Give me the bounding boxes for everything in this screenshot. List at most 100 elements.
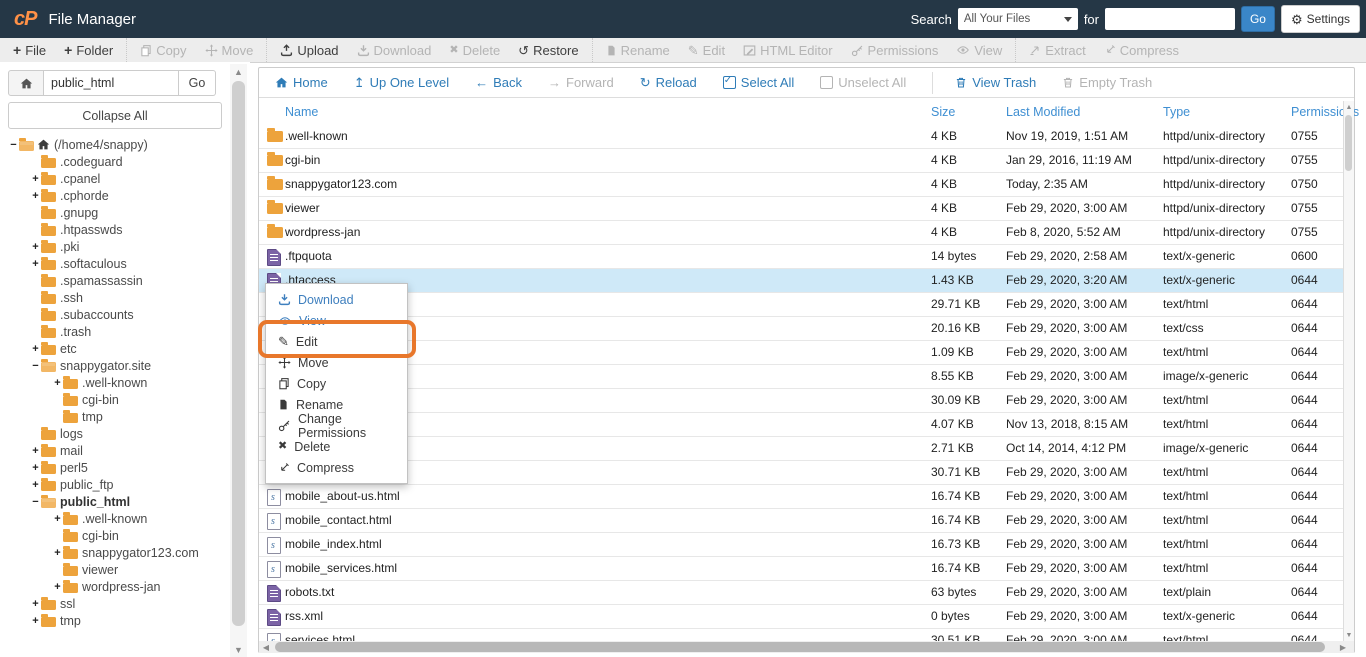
sidebar-item-cgi-bin[interactable]: cgi-bin: [0, 527, 224, 544]
toolbar-file-button[interactable]: +File: [4, 43, 55, 58]
table-row[interactable]: services.html30.51 KBFeb 29, 2020, 3:00 …: [259, 629, 1354, 641]
sidebar-item-gnupg[interactable]: .gnupg: [0, 204, 224, 221]
collapse-minus-icon[interactable]: −: [30, 496, 41, 508]
expand-plus-icon[interactable]: +: [30, 615, 41, 627]
path-go-button[interactable]: Go: [179, 70, 216, 96]
navbar-unselect-all-button[interactable]: Unselect All: [820, 75, 906, 90]
horizontal-scrollbar-thumb[interactable]: [275, 642, 1325, 652]
table-row[interactable]: 20.16 KBFeb 29, 2020, 3:00 AMtext/css064…: [259, 317, 1354, 341]
table-row[interactable]: .ftpquota14 bytesFeb 29, 2020, 2:58 AMte…: [259, 245, 1354, 269]
search-input[interactable]: [1105, 8, 1235, 30]
navbar-forward-button[interactable]: →Forward: [548, 75, 614, 90]
settings-button[interactable]: ⚙ Settings: [1281, 5, 1360, 33]
table-scrollbar-thumb[interactable]: [1345, 115, 1352, 171]
navbar-empty-trash-button[interactable]: Empty Trash: [1062, 75, 1152, 90]
collapse-minus-icon[interactable]: −: [30, 360, 41, 372]
sidebar-item-snappygator-site[interactable]: −snappygator.site: [0, 357, 224, 374]
table-row[interactable]: cgi-bin4 KBJan 29, 2016, 11:19 AMhttpd/u…: [259, 149, 1354, 173]
navbar-up-one-level-button[interactable]: ↥Up One Level: [354, 75, 449, 90]
expand-plus-icon[interactable]: +: [30, 190, 41, 202]
expand-plus-icon[interactable]: +: [30, 173, 41, 185]
toolbar-rename-button[interactable]: Rename: [597, 43, 679, 58]
sidebar-item-logs[interactable]: logs: [0, 425, 224, 442]
horizontal-scrollbar[interactable]: ◀ ▶: [259, 641, 1354, 653]
table-row[interactable]: mobile_index.html16.73 KBFeb 29, 2020, 3…: [259, 533, 1354, 557]
sidebar-item-htpasswds[interactable]: .htpasswds: [0, 221, 224, 238]
toolbar-copy-button[interactable]: Copy: [131, 43, 195, 58]
sidebar-item-tmp[interactable]: tmp: [0, 408, 224, 425]
table-row[interactable]: snappygator123.com4 KBToday, 2:35 AMhttp…: [259, 173, 1354, 197]
scroll-right-arrow-icon[interactable]: ▶: [1336, 641, 1350, 653]
sidebar-item-trash[interactable]: .trash: [0, 323, 224, 340]
toolbar-folder-button[interactable]: +Folder: [55, 43, 122, 58]
navbar-select-all-button[interactable]: Select All: [723, 75, 794, 90]
home-directory-button[interactable]: [8, 70, 44, 96]
sidebar-item-cphorde[interactable]: +.cphorde: [0, 187, 224, 204]
sidebar-item-public-html[interactable]: −public_html: [0, 493, 224, 510]
table-row[interactable]: 30.09 KBFeb 29, 2020, 3:00 AMtext/html06…: [259, 389, 1354, 413]
table-row[interactable]: 8.55 KBFeb 29, 2020, 3:00 AMimage/x-gene…: [259, 365, 1354, 389]
toolbar-extract-button[interactable]: Extract: [1020, 43, 1094, 58]
table-row[interactable]: mobile_about-us.html16.74 KBFeb 29, 2020…: [259, 485, 1354, 509]
expand-plus-icon[interactable]: +: [52, 377, 63, 389]
toolbar-delete-button[interactable]: ✖Delete: [440, 43, 509, 58]
navbar-home-button[interactable]: Home: [275, 75, 328, 90]
navbar-back-button[interactable]: ←Back: [475, 75, 522, 90]
expand-plus-icon[interactable]: +: [30, 598, 41, 610]
sidebar-item-spamassassin[interactable]: .spamassassin: [0, 272, 224, 289]
sidebar-item-tmp[interactable]: +tmp: [0, 612, 224, 629]
toolbar-edit-button[interactable]: ✎Edit: [679, 43, 734, 58]
navbar-view-trash-button[interactable]: View Trash: [955, 75, 1036, 90]
toolbar-compress-button[interactable]: Compress: [1095, 43, 1188, 58]
expand-plus-icon[interactable]: +: [52, 581, 63, 593]
path-input[interactable]: [44, 70, 179, 96]
column-header-size[interactable]: Size: [931, 105, 955, 119]
sidebar-item-cgi-bin[interactable]: cgi-bin: [0, 391, 224, 408]
sidebar-item-well-known[interactable]: +.well-known: [0, 510, 224, 527]
table-row[interactable]: viewer4 KBFeb 29, 2020, 3:00 AMhttpd/uni…: [259, 197, 1354, 221]
sidebar-item-perl5[interactable]: +perl5: [0, 459, 224, 476]
sidebar-item-public-ftp[interactable]: +public_ftp: [0, 476, 224, 493]
column-header-type[interactable]: Type: [1163, 105, 1190, 119]
sidebar-scrollbar[interactable]: ▲ ▼: [230, 64, 247, 657]
sidebar-item-etc[interactable]: +etc: [0, 340, 224, 357]
collapse-minus-icon[interactable]: −: [8, 139, 19, 151]
sidebar-item-snappygator123-com[interactable]: +snappygator123.com: [0, 544, 224, 561]
expand-plus-icon[interactable]: +: [30, 258, 41, 270]
expand-plus-icon[interactable]: +: [30, 462, 41, 474]
sidebar-scrollbar-thumb[interactable]: [232, 81, 245, 626]
scroll-down-arrow-icon[interactable]: ▼: [1344, 629, 1354, 641]
expand-plus-icon[interactable]: +: [52, 547, 63, 559]
navbar-reload-button[interactable]: ↻Reload: [640, 75, 697, 90]
table-scrollbar[interactable]: ▲ ▼: [1343, 101, 1354, 641]
sidebar-item-well-known[interactable]: +.well-known: [0, 374, 224, 391]
table-row[interactable]: mobile_services.html16.74 KBFeb 29, 2020…: [259, 557, 1354, 581]
scroll-down-arrow-icon[interactable]: ▼: [230, 642, 247, 657]
scroll-up-arrow-icon[interactable]: ▲: [230, 64, 247, 79]
table-row[interactable]: mobile_contact.html16.74 KBFeb 29, 2020,…: [259, 509, 1354, 533]
toolbar-download-button[interactable]: Download: [348, 43, 441, 58]
sidebar-item-mail[interactable]: +mail: [0, 442, 224, 459]
sidebar-item-wordpress-jan[interactable]: +wordpress-jan: [0, 578, 224, 595]
table-row[interactable]: 1.09 KBFeb 29, 2020, 3:00 AMtext/html064…: [259, 341, 1354, 365]
scroll-up-arrow-icon[interactable]: ▲: [1344, 101, 1354, 113]
sidebar-item-cpanel[interactable]: +.cpanel: [0, 170, 224, 187]
search-scope-select[interactable]: All Your Files: [958, 8, 1078, 30]
context-menu-download[interactable]: Download: [266, 289, 407, 310]
context-menu-edit[interactable]: ✎Edit: [266, 331, 407, 352]
expand-plus-icon[interactable]: +: [52, 513, 63, 525]
table-row[interactable]: wordpress-jan4 KBFeb 8, 2020, 5:52 AMhtt…: [259, 221, 1354, 245]
table-row-selected[interactable]: .htaccess1.43 KBFeb 29, 2020, 3:20 AMtex…: [259, 269, 1354, 293]
sidebar-item-ssh[interactable]: .ssh: [0, 289, 224, 306]
sidebar-item-home4-snappy[interactable]: −(/home4/snappy): [0, 136, 224, 153]
sidebar-item-softaculous[interactable]: +.softaculous: [0, 255, 224, 272]
sidebar-item-ssl[interactable]: +ssl: [0, 595, 224, 612]
context-menu-copy[interactable]: Copy: [266, 373, 407, 394]
toolbar-permissions-button[interactable]: Permissions: [842, 43, 948, 58]
table-row[interactable]: .well-known4 KBNov 19, 2019, 1:51 AMhttp…: [259, 125, 1354, 149]
search-go-button[interactable]: Go: [1241, 6, 1275, 32]
sidebar-item-codeguard[interactable]: .codeguard: [0, 153, 224, 170]
expand-plus-icon[interactable]: +: [30, 445, 41, 457]
context-menu-view[interactable]: View: [266, 310, 407, 331]
table-row[interactable]: rss.xml0 bytesFeb 29, 2020, 3:00 AMtext/…: [259, 605, 1354, 629]
